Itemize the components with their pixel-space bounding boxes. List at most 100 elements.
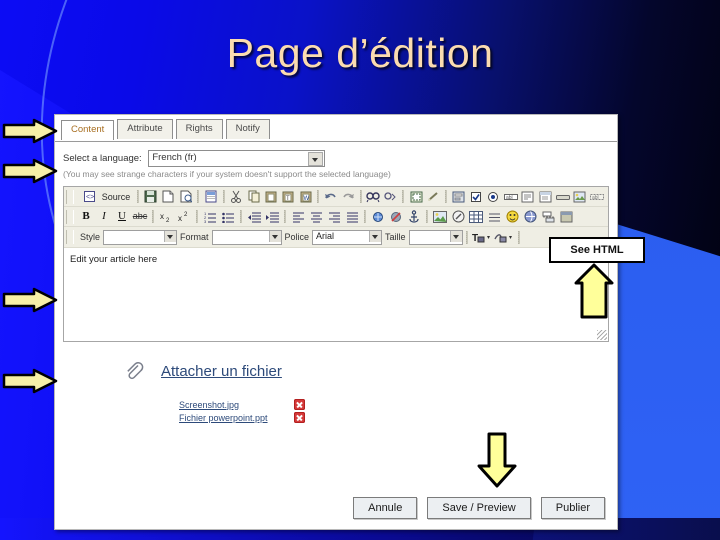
toolbar-grip[interactable] [66, 230, 74, 244]
tab-attribute[interactable]: Attribute [117, 119, 173, 139]
toolbar-separator [222, 190, 225, 203]
language-label: Select a language: [63, 153, 142, 164]
publish-button[interactable]: Publier [540, 497, 605, 519]
tab-content[interactable]: Content [61, 120, 115, 140]
tab-notify[interactable]: Notify [225, 119, 270, 139]
redo-icon[interactable] [339, 188, 356, 205]
cut-icon[interactable] [228, 188, 245, 205]
toolbar-grip[interactable] [66, 189, 74, 204]
horizontal-rule-icon[interactable] [485, 208, 503, 225]
radio-icon[interactable] [485, 188, 502, 205]
find-icon[interactable] [365, 188, 382, 205]
link-icon[interactable] [369, 208, 387, 225]
form-icon[interactable] [450, 188, 467, 205]
chevron-down-icon[interactable] [308, 152, 324, 166]
save-preview-button[interactable]: Save / Preview [427, 497, 531, 519]
chevron-down-icon[interactable] [449, 230, 462, 242]
chevron-down-icon[interactable] [164, 230, 177, 242]
image-icon[interactable] [431, 208, 449, 225]
source-button[interactable]: <> Source [77, 188, 135, 205]
toolbar-separator [402, 190, 405, 203]
file-name-link[interactable]: Fichier powerpoint.ppt [179, 413, 294, 423]
background-color-icon[interactable] [493, 229, 515, 246]
select-all-icon[interactable] [407, 188, 424, 205]
align-center-icon[interactable] [307, 208, 325, 225]
hidden-field-icon[interactable]: abl [589, 188, 606, 205]
page-break-icon[interactable] [539, 208, 557, 225]
page-title: Page d’édition [226, 30, 494, 76]
toolbar-separator [152, 210, 154, 223]
superscript-icon[interactable]: x2 [175, 208, 193, 225]
checkbox-icon[interactable] [467, 188, 484, 205]
flash-icon[interactable] [449, 208, 467, 225]
text-field-icon[interactable]: abl [502, 188, 519, 205]
attached-files-list: Screenshot.jpg Fichier powerpoint.ppt [55, 398, 617, 424]
button-icon[interactable] [554, 188, 571, 205]
replace-icon[interactable] [382, 188, 399, 205]
image-button-icon[interactable] [571, 188, 588, 205]
svg-text:abl: abl [506, 195, 513, 201]
delete-icon[interactable] [294, 399, 305, 410]
decrease-indent-icon[interactable] [245, 208, 263, 225]
toolbar-separator [197, 190, 200, 203]
see-html-callout-label: See HTML [570, 244, 624, 256]
strikethrough-icon[interactable]: abc [131, 208, 149, 225]
text-color-icon[interactable]: T [471, 229, 493, 246]
align-left-icon[interactable] [289, 208, 307, 225]
taille-select[interactable] [408, 229, 463, 245]
undo-icon[interactable] [322, 188, 339, 205]
textarea-icon[interactable] [519, 188, 536, 205]
select-field-icon[interactable] [537, 188, 554, 205]
toolbar-row-3: Style Format Police Arial Taille T [64, 227, 608, 248]
svg-text:x: x [178, 214, 182, 223]
editor-canvas[interactable]: Edit your article here [64, 248, 608, 341]
remove-format-icon[interactable] [425, 188, 442, 205]
style-select[interactable] [103, 229, 178, 245]
unlink-icon[interactable] [387, 208, 405, 225]
subscript-icon[interactable]: x2 [157, 208, 175, 225]
preview-icon[interactable] [177, 188, 194, 205]
tab-rights[interactable]: Rights [175, 119, 223, 139]
justify-icon[interactable] [343, 208, 361, 225]
special-char-icon[interactable] [521, 208, 539, 225]
source-icon: <> [81, 188, 99, 205]
police-select[interactable]: Arial [312, 229, 383, 245]
svg-text:<>: <> [86, 194, 94, 201]
editor-window: Content Attribute Rights Notify Select a la… [54, 114, 618, 530]
resize-handle[interactable] [597, 330, 607, 340]
paste-word-icon[interactable]: W [297, 188, 314, 205]
anchor-icon[interactable] [405, 208, 423, 225]
save-icon[interactable] [142, 188, 159, 205]
attach-file-row[interactable]: Attacher un fichier [55, 360, 617, 382]
increase-indent-icon[interactable] [263, 208, 281, 225]
bulleted-list-icon[interactable] [219, 208, 237, 225]
chevron-down-icon[interactable] [268, 230, 281, 242]
align-right-icon[interactable] [325, 208, 343, 225]
smiley-icon[interactable] [503, 208, 521, 225]
templates-icon[interactable] [202, 188, 219, 205]
underline-icon[interactable]: U [113, 208, 131, 225]
table-icon[interactable] [467, 208, 485, 225]
numbered-list-icon[interactable]: 123 [201, 208, 219, 225]
bold-icon[interactable]: B [77, 208, 95, 225]
toolbar-grip[interactable] [66, 209, 74, 224]
svg-text:T: T [472, 233, 478, 244]
format-select[interactable] [211, 229, 282, 245]
maximize-icon[interactable] [557, 208, 575, 225]
italic-icon[interactable]: I [95, 208, 113, 225]
delete-icon[interactable] [294, 412, 305, 423]
chevron-down-icon[interactable] [369, 230, 382, 242]
new-page-icon[interactable] [160, 188, 177, 205]
svg-text:T: T [286, 196, 290, 202]
paste-text-icon[interactable]: T [280, 188, 297, 205]
language-select[interactable]: French (fr) [148, 150, 326, 167]
paste-icon[interactable] [262, 188, 279, 205]
arrow-right-language [2, 158, 58, 184]
toolbar-row-2: B I U abc x2 x2 123 [64, 207, 608, 227]
copy-icon[interactable] [245, 188, 262, 205]
file-name-link[interactable]: Screenshot.jpg [179, 400, 294, 410]
cancel-button[interactable]: Annule [353, 497, 418, 519]
attach-file-label[interactable]: Attacher un fichier [161, 363, 282, 380]
toolbar-separator [517, 230, 520, 244]
format-label: Format [180, 232, 209, 242]
